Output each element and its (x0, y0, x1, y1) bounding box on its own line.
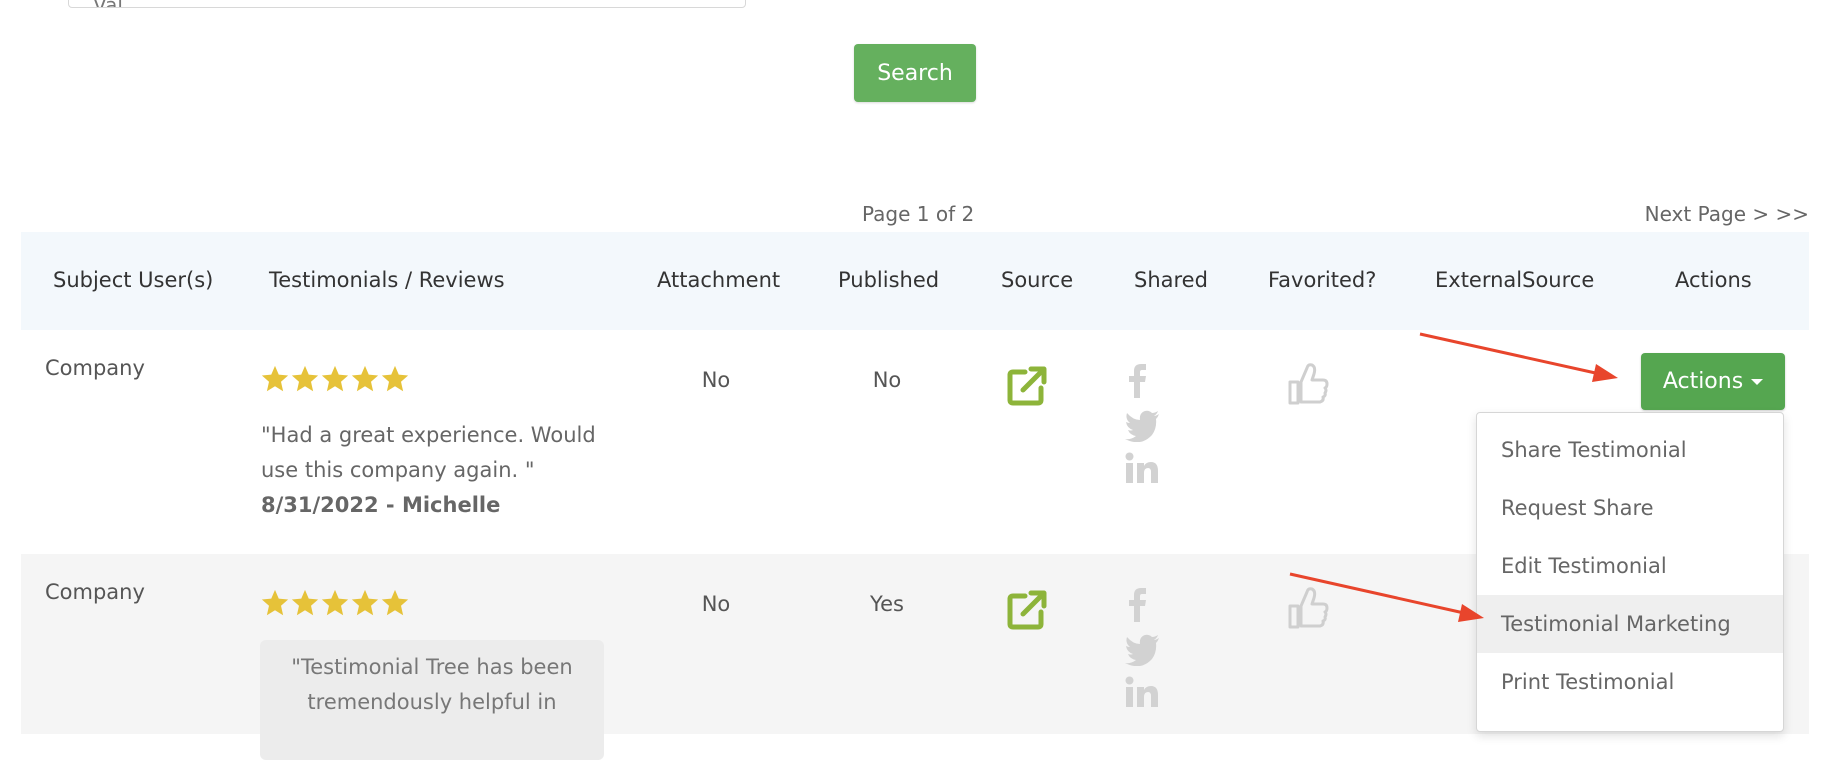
table-header: Subject User(s) Testimonials / Reviews A… (21, 232, 1809, 330)
star-rating (260, 364, 410, 394)
menu-item-edit-testimonial[interactable]: Edit Testimonial (1477, 537, 1783, 595)
external-link-icon[interactable] (1005, 364, 1049, 408)
header-source: Source (1001, 268, 1074, 292)
actions-dropdown-button[interactable]: Actions (1641, 353, 1785, 410)
menu-item-testimonial-marketing[interactable]: Testimonial Marketing (1477, 595, 1783, 653)
twitter-icon[interactable] (1125, 410, 1161, 442)
facebook-icon[interactable] (1125, 586, 1149, 624)
header-actions: Actions (1675, 268, 1752, 292)
star-icon (291, 589, 319, 616)
star-icon (291, 365, 319, 392)
star-icon (321, 365, 349, 392)
published-value: Yes (870, 592, 904, 616)
share-icons (1125, 586, 1175, 718)
menu-item-share-testimonial[interactable]: Share Testimonial (1477, 421, 1783, 479)
subject-user: Company (45, 580, 145, 604)
twitter-icon[interactable] (1125, 634, 1161, 666)
header-favorited: Favorited? (1268, 268, 1377, 292)
star-icon (321, 589, 349, 616)
star-icon (381, 365, 409, 392)
review-date-author: 8/31/2022 - Michelle (261, 493, 501, 517)
menu-item-request-share[interactable]: Request Share (1477, 479, 1783, 537)
review-line: use this company again. " (261, 458, 535, 482)
header-external-source: ExternalSource (1435, 268, 1595, 292)
linkedin-icon[interactable] (1125, 452, 1159, 484)
facebook-icon[interactable] (1125, 362, 1149, 400)
review-line: tremendously helpful in (307, 690, 557, 714)
header-shared: Shared (1134, 268, 1208, 292)
subject-user: Company (45, 356, 145, 380)
review-line: "Testimonial Tree has been (291, 655, 573, 679)
published-value: No (872, 368, 902, 392)
review-line: "Had a great experience. Would (261, 423, 596, 447)
thumbs-up-icon[interactable] (1287, 362, 1329, 406)
search-button[interactable]: Search (854, 44, 976, 102)
star-icon (261, 365, 289, 392)
external-link-icon[interactable] (1005, 588, 1049, 632)
header-testimonials-reviews: Testimonials / Reviews (269, 268, 505, 292)
header-subject-users: Subject User(s) (53, 268, 214, 292)
filter-field-value: Val (93, 0, 123, 7)
page-indicator: Page 1 of 2 (862, 202, 975, 226)
actions-button-label: Actions (1662, 369, 1744, 394)
star-icon (381, 589, 409, 616)
thumbs-up-icon[interactable] (1287, 586, 1329, 630)
review-quote-box: "Testimonial Tree has been tremendously … (260, 640, 604, 760)
header-attachment: Attachment (657, 268, 781, 292)
attachment-value: No (701, 592, 731, 616)
review-text: "Had a great experience. Would use this … (261, 418, 601, 523)
star-icon (351, 589, 379, 616)
linkedin-icon[interactable] (1125, 676, 1159, 708)
share-icons (1125, 362, 1175, 494)
header-published: Published (838, 268, 940, 292)
filter-field[interactable]: Val (68, 0, 746, 8)
star-icon (351, 365, 379, 392)
menu-item-print-testimonial[interactable]: Print Testimonial (1477, 653, 1783, 711)
actions-dropdown-menu: Share Testimonial Request Share Edit Tes… (1476, 412, 1784, 732)
next-page-link[interactable]: Next Page > >> (1645, 202, 1809, 226)
attachment-value: No (701, 368, 731, 392)
star-rating (260, 588, 410, 618)
caret-down-icon (1751, 379, 1764, 385)
star-icon (261, 589, 289, 616)
